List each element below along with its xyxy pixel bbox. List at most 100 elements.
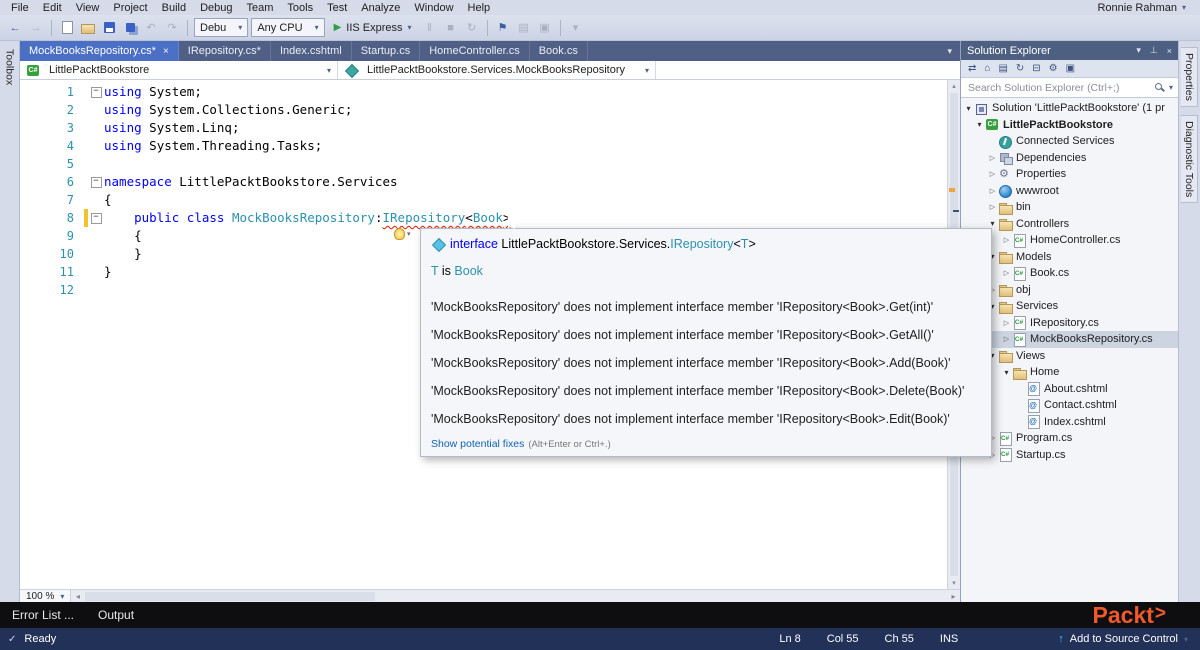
menu-tools[interactable]: Tools: [280, 2, 320, 14]
solution-platforms-dropdown[interactable]: Any CPU ▾: [251, 18, 325, 37]
solution-explorer-titlebar[interactable]: Solution Explorer ▾ ⊥ ×: [961, 41, 1178, 60]
collapse-icon[interactable]: [987, 187, 998, 195]
add-to-source-control-button[interactable]: ↑ Add to Source Control ▾: [1058, 633, 1188, 645]
user-account-button[interactable]: Ronnie Rahman ▾: [1097, 2, 1200, 14]
tree-item-contact-cshtml[interactable]: Contact.cshtml: [961, 397, 1178, 414]
tree-item-controllers[interactable]: Controllers: [961, 216, 1178, 233]
menu-analyze[interactable]: Analyze: [354, 2, 407, 14]
member-dropdown[interactable]: [656, 61, 960, 79]
expand-icon[interactable]: [963, 104, 974, 113]
show-all-files-icon[interactable]: ▤: [998, 63, 1007, 74]
new-file-icon[interactable]: [58, 19, 76, 37]
tree-item-index-cshtml[interactable]: Index.cshtml: [961, 414, 1178, 431]
collapse-icon[interactable]: [987, 170, 998, 178]
scroll-right-icon[interactable]: ▸: [947, 592, 960, 601]
save-icon[interactable]: [100, 19, 118, 37]
project-dropdown[interactable]: LittlePacktBookstore ▾: [20, 61, 338, 79]
tree-item-homecontroller-cs[interactable]: HomeController.cs: [961, 232, 1178, 249]
collapse-icon[interactable]: [1001, 335, 1012, 343]
tab-properties[interactable]: Properties: [1181, 47, 1198, 107]
tab-startup-cs[interactable]: Startup.cs: [352, 41, 421, 61]
expand-icon[interactable]: [987, 219, 998, 228]
navigate-forward-icon[interactable]: →: [27, 19, 45, 37]
solution-configurations-dropdown[interactable]: Debu ▾: [194, 18, 249, 37]
tree-item-wwwroot[interactable]: wwwroot: [961, 183, 1178, 200]
collapse-all-icon[interactable]: ⊟: [1032, 63, 1040, 74]
tree-item-models[interactable]: Models: [961, 249, 1178, 266]
tree-item-solution[interactable]: Solution 'LittlePacktBookstore' (1 pr: [961, 100, 1178, 117]
horizontal-scrollbar[interactable]: 100 % ▾ ◂ ▸: [20, 589, 960, 602]
tab-mockbooksrepository-cs[interactable]: MockBooksRepository.cs* ×: [20, 41, 179, 61]
menu-window[interactable]: Window: [407, 2, 460, 14]
tree-item-properties[interactable]: Properties: [961, 166, 1178, 183]
tree-item-bin[interactable]: bin: [961, 199, 1178, 216]
open-file-icon[interactable]: [79, 19, 97, 37]
window-menu-icon[interactable]: ▾: [1136, 45, 1141, 56]
tab-toolbox[interactable]: Toolbox: [2, 44, 18, 90]
tree-item-startup-cs[interactable]: Startup.cs: [961, 447, 1178, 464]
chevron-down-icon[interactable]: ▾: [1169, 83, 1173, 92]
redo-icon[interactable]: ↷: [163, 19, 181, 37]
bookmark-icon[interactable]: ⚑: [494, 19, 512, 37]
search-input[interactable]: [966, 80, 1150, 95]
menu-team[interactable]: Team: [240, 2, 281, 14]
tree-item-about-cshtml[interactable]: About.cshtml: [961, 381, 1178, 398]
tab-close-icon[interactable]: ×: [163, 46, 169, 57]
tree-item-services[interactable]: Services: [961, 298, 1178, 315]
scroll-left-icon[interactable]: ◂: [71, 592, 84, 601]
menu-help[interactable]: Help: [461, 2, 498, 14]
scrollbar-thumb[interactable]: [85, 591, 376, 601]
menu-edit[interactable]: Edit: [36, 2, 69, 14]
tab-index-cshtml[interactable]: Index.cshtml: [271, 41, 352, 61]
preview-selected-icon[interactable]: ▣: [1066, 63, 1075, 74]
properties-icon[interactable]: ⚙: [1049, 63, 1058, 74]
refresh-icon[interactable]: ↻: [1016, 63, 1024, 74]
pin-icon[interactable]: ⊥: [1150, 45, 1158, 56]
tab-output[interactable]: Output: [86, 608, 146, 622]
tree-item-obj[interactable]: obj: [961, 282, 1178, 299]
menu-project[interactable]: Project: [106, 2, 154, 14]
tree-item-program-cs[interactable]: Program.cs: [961, 430, 1178, 447]
search-icon[interactable]: [1154, 82, 1165, 93]
solution-explorer-search[interactable]: ▾: [961, 78, 1178, 98]
start-debugging-button[interactable]: ▶ IIS Express ▾: [328, 18, 418, 38]
tree-item-home[interactable]: Home: [961, 364, 1178, 381]
tree-item-views[interactable]: Views: [961, 348, 1178, 365]
home-icon[interactable]: ⌂: [984, 63, 990, 74]
fold-collapse-icon[interactable]: [88, 213, 104, 224]
undo-icon[interactable]: ↶: [142, 19, 160, 37]
tree-item-connected-services[interactable]: Connected Services: [961, 133, 1178, 150]
tree-item-littlepacktbookstore[interactable]: LittlePacktBookstore: [961, 117, 1178, 134]
expand-icon[interactable]: [974, 120, 985, 129]
tree-item-irepository-cs[interactable]: IRepository.cs: [961, 315, 1178, 332]
tab-diagnostic-tools[interactable]: Diagnostic Tools: [1181, 114, 1198, 204]
pause-icon[interactable]: ‖: [421, 19, 439, 37]
tree-item-dependencies[interactable]: Dependencies: [961, 150, 1178, 167]
menu-view[interactable]: View: [69, 2, 107, 14]
tab-homecontroller-cs[interactable]: HomeController.cs: [420, 41, 530, 61]
collapse-icon[interactable]: [1001, 319, 1012, 327]
tab-book-cs[interactable]: Book.cs: [530, 41, 588, 61]
tab-error-list[interactable]: Error List ...: [0, 608, 86, 622]
menu-debug[interactable]: Debug: [193, 2, 239, 14]
close-icon[interactable]: ×: [1167, 46, 1172, 56]
tree-item-book-cs[interactable]: Book.cs: [961, 265, 1178, 282]
menu-test[interactable]: Test: [320, 2, 354, 14]
toolbar-overflow-icon[interactable]: ▾: [567, 19, 585, 37]
show-all-files-icon[interactable]: ▤: [515, 19, 533, 37]
fold-collapse-icon[interactable]: [88, 87, 104, 98]
expand-icon[interactable]: [1001, 368, 1012, 377]
tree-item-mockbooksrepository-cs[interactable]: MockBooksRepository.cs: [961, 331, 1178, 348]
fold-collapse-icon[interactable]: [88, 177, 104, 188]
navigate-back-icon[interactable]: ←: [6, 19, 24, 37]
lightbulb-icon[interactable]: [394, 228, 411, 240]
show-potential-fixes-link[interactable]: Show potential fixes: [431, 438, 524, 450]
stop-icon[interactable]: ■: [442, 19, 460, 37]
restart-icon[interactable]: ↻: [463, 19, 481, 37]
menu-build[interactable]: Build: [155, 2, 193, 14]
save-all-icon[interactable]: [121, 19, 139, 37]
scroll-up-icon[interactable]: ▴: [948, 80, 960, 92]
collapse-icon[interactable]: [1001, 236, 1012, 244]
menu-file[interactable]: File: [4, 2, 36, 14]
scroll-down-icon[interactable]: ▾: [948, 577, 960, 589]
